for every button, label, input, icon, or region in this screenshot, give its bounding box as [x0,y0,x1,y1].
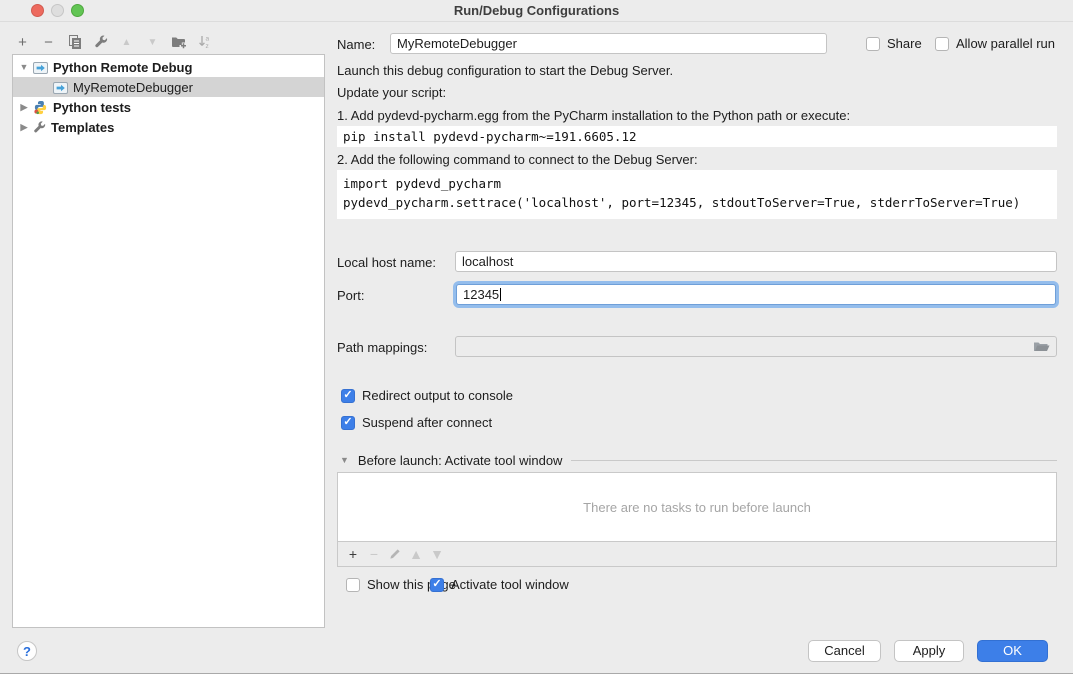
tree-item-label: Python Remote Debug [53,60,192,75]
empty-tasks-message: There are no tasks to run before launch [338,473,1056,541]
path-mappings-input[interactable] [455,336,1057,357]
suspend-after-connect-checkbox-row[interactable]: ✓ Suspend after connect [341,415,492,430]
tree-item-label: MyRemoteDebugger [73,80,193,95]
tree-item-python-tests[interactable]: ▶ Python tests [13,97,324,117]
chevron-expanded-icon[interactable]: ▼ [340,455,349,465]
move-up-icon[interactable]: ▲ [118,34,135,51]
add-configuration-icon[interactable]: + [14,34,31,51]
before-launch-tasks-panel: There are no tasks to run before launch … [337,472,1057,567]
text-cursor [500,288,501,301]
tree-item-label: Python tests [53,100,131,115]
remove-task-icon[interactable]: − [367,547,381,561]
name-input[interactable] [390,33,827,54]
redirect-output-checkbox[interactable]: ✓ [341,389,355,403]
copy-configuration-icon[interactable] [66,34,83,51]
allow-parallel-run-checkbox[interactable]: ✓ [935,37,949,51]
suspend-after-connect-checkbox[interactable]: ✓ [341,416,355,430]
tree-item-templates[interactable]: ▶ Templates [13,117,324,137]
edit-templates-icon[interactable] [92,34,109,51]
check-icon: ✓ [343,417,352,428]
allow-parallel-run-label: Allow parallel run [956,36,1055,51]
move-task-down-icon[interactable]: ▼ [430,547,444,561]
check-icon: ✓ [343,390,352,401]
chevron-expanded-icon[interactable]: ▼ [19,62,29,72]
question-mark-icon: ? [23,644,31,659]
move-task-up-icon[interactable]: ▲ [409,547,423,561]
suspend-after-connect-label: Suspend after connect [362,415,492,430]
sort-alphabetically-icon[interactable]: a z [196,34,213,51]
pip-install-code: pip install pydevd-pycharm~=191.6605.12 [337,126,1057,147]
wrench-icon [33,121,46,134]
intro-text: Launch this debug configuration to start… [337,63,673,78]
new-folder-icon[interactable] [170,34,187,51]
configurations-toolbar: + − ▲ ▼ a z [14,30,213,54]
ok-button[interactable]: OK [977,640,1048,662]
tree-item-label: Templates [51,120,114,135]
before-launch-header[interactable]: ▼ Before launch: Activate tool window [340,452,1057,468]
activate-tool-window-checkbox[interactable]: ✓ [430,578,444,592]
help-button[interactable]: ? [17,641,37,661]
port-label: Port: [337,288,364,303]
titlebar: Run/Debug Configurations [0,0,1073,22]
step2-text: 2. Add the following command to connect … [337,152,698,167]
settrace-code: import pydevd_pycharm pydevd_pycharm.set… [337,170,1057,219]
add-task-icon[interactable]: + [346,547,360,561]
svg-text:a: a [206,36,210,43]
check-icon: ✓ [432,579,441,590]
local-host-name-label: Local host name: [337,255,436,270]
settrace-code-line2: pydevd_pycharm.settrace('localhost', por… [343,193,1051,212]
step1-text: 1. Add pydevd-pycharm.egg from the PyCha… [337,108,850,123]
run-config-icon [53,81,68,94]
local-host-name-input[interactable] [455,251,1057,272]
run-config-icon [33,61,48,74]
tasks-toolbar: + − ▲ ▼ [338,541,1056,566]
window-title: Run/Debug Configurations [0,3,1073,18]
redirect-output-checkbox-row[interactable]: ✓ Redirect output to console [341,388,513,403]
tree-item-python-remote-debug[interactable]: ▼ Python Remote Debug [13,57,324,77]
share-checkbox-row[interactable]: ✓ Share [866,36,922,51]
tree-item-myremotedebugger[interactable]: MyRemoteDebugger [13,77,324,97]
apply-button[interactable]: Apply [894,640,964,662]
move-down-icon[interactable]: ▼ [144,34,161,51]
browse-folder-icon[interactable] [1033,340,1050,353]
remove-configuration-icon[interactable]: − [40,34,57,51]
edit-task-icon[interactable] [388,547,402,561]
share-checkbox[interactable]: ✓ [866,37,880,51]
cancel-button[interactable]: Cancel [808,640,881,662]
activate-tool-window-checkbox-row[interactable]: ✓ Activate tool window [430,577,569,592]
python-tests-icon [33,100,48,115]
run-debug-configurations-dialog: Run/Debug Configurations + − ▲ ▼ [0,0,1073,674]
before-launch-label: Before launch: Activate tool window [358,453,563,468]
settrace-code-line1: import pydevd_pycharm [343,174,1051,193]
update-script-text: Update your script: [337,85,446,100]
svg-text:z: z [206,43,209,49]
chevron-collapsed-icon[interactable]: ▶ [19,102,29,113]
redirect-output-label: Redirect output to console [362,388,513,403]
path-mappings-label: Path mappings: [337,340,427,355]
chevron-collapsed-icon[interactable]: ▶ [19,122,29,133]
share-label: Share [887,36,922,51]
header-rule [571,460,1057,461]
show-this-page-checkbox[interactable]: ✓ [346,578,360,592]
name-label: Name: [337,37,375,52]
configurations-tree: ▼ Python Remote Debug MyRemoteDebugger ▶ [12,54,325,628]
activate-tool-window-label: Activate tool window [451,577,569,592]
port-value: 12345 [463,287,499,302]
allow-parallel-run-checkbox-row[interactable]: ✓ Allow parallel run [935,36,1055,51]
port-input[interactable]: 12345 [456,284,1056,305]
